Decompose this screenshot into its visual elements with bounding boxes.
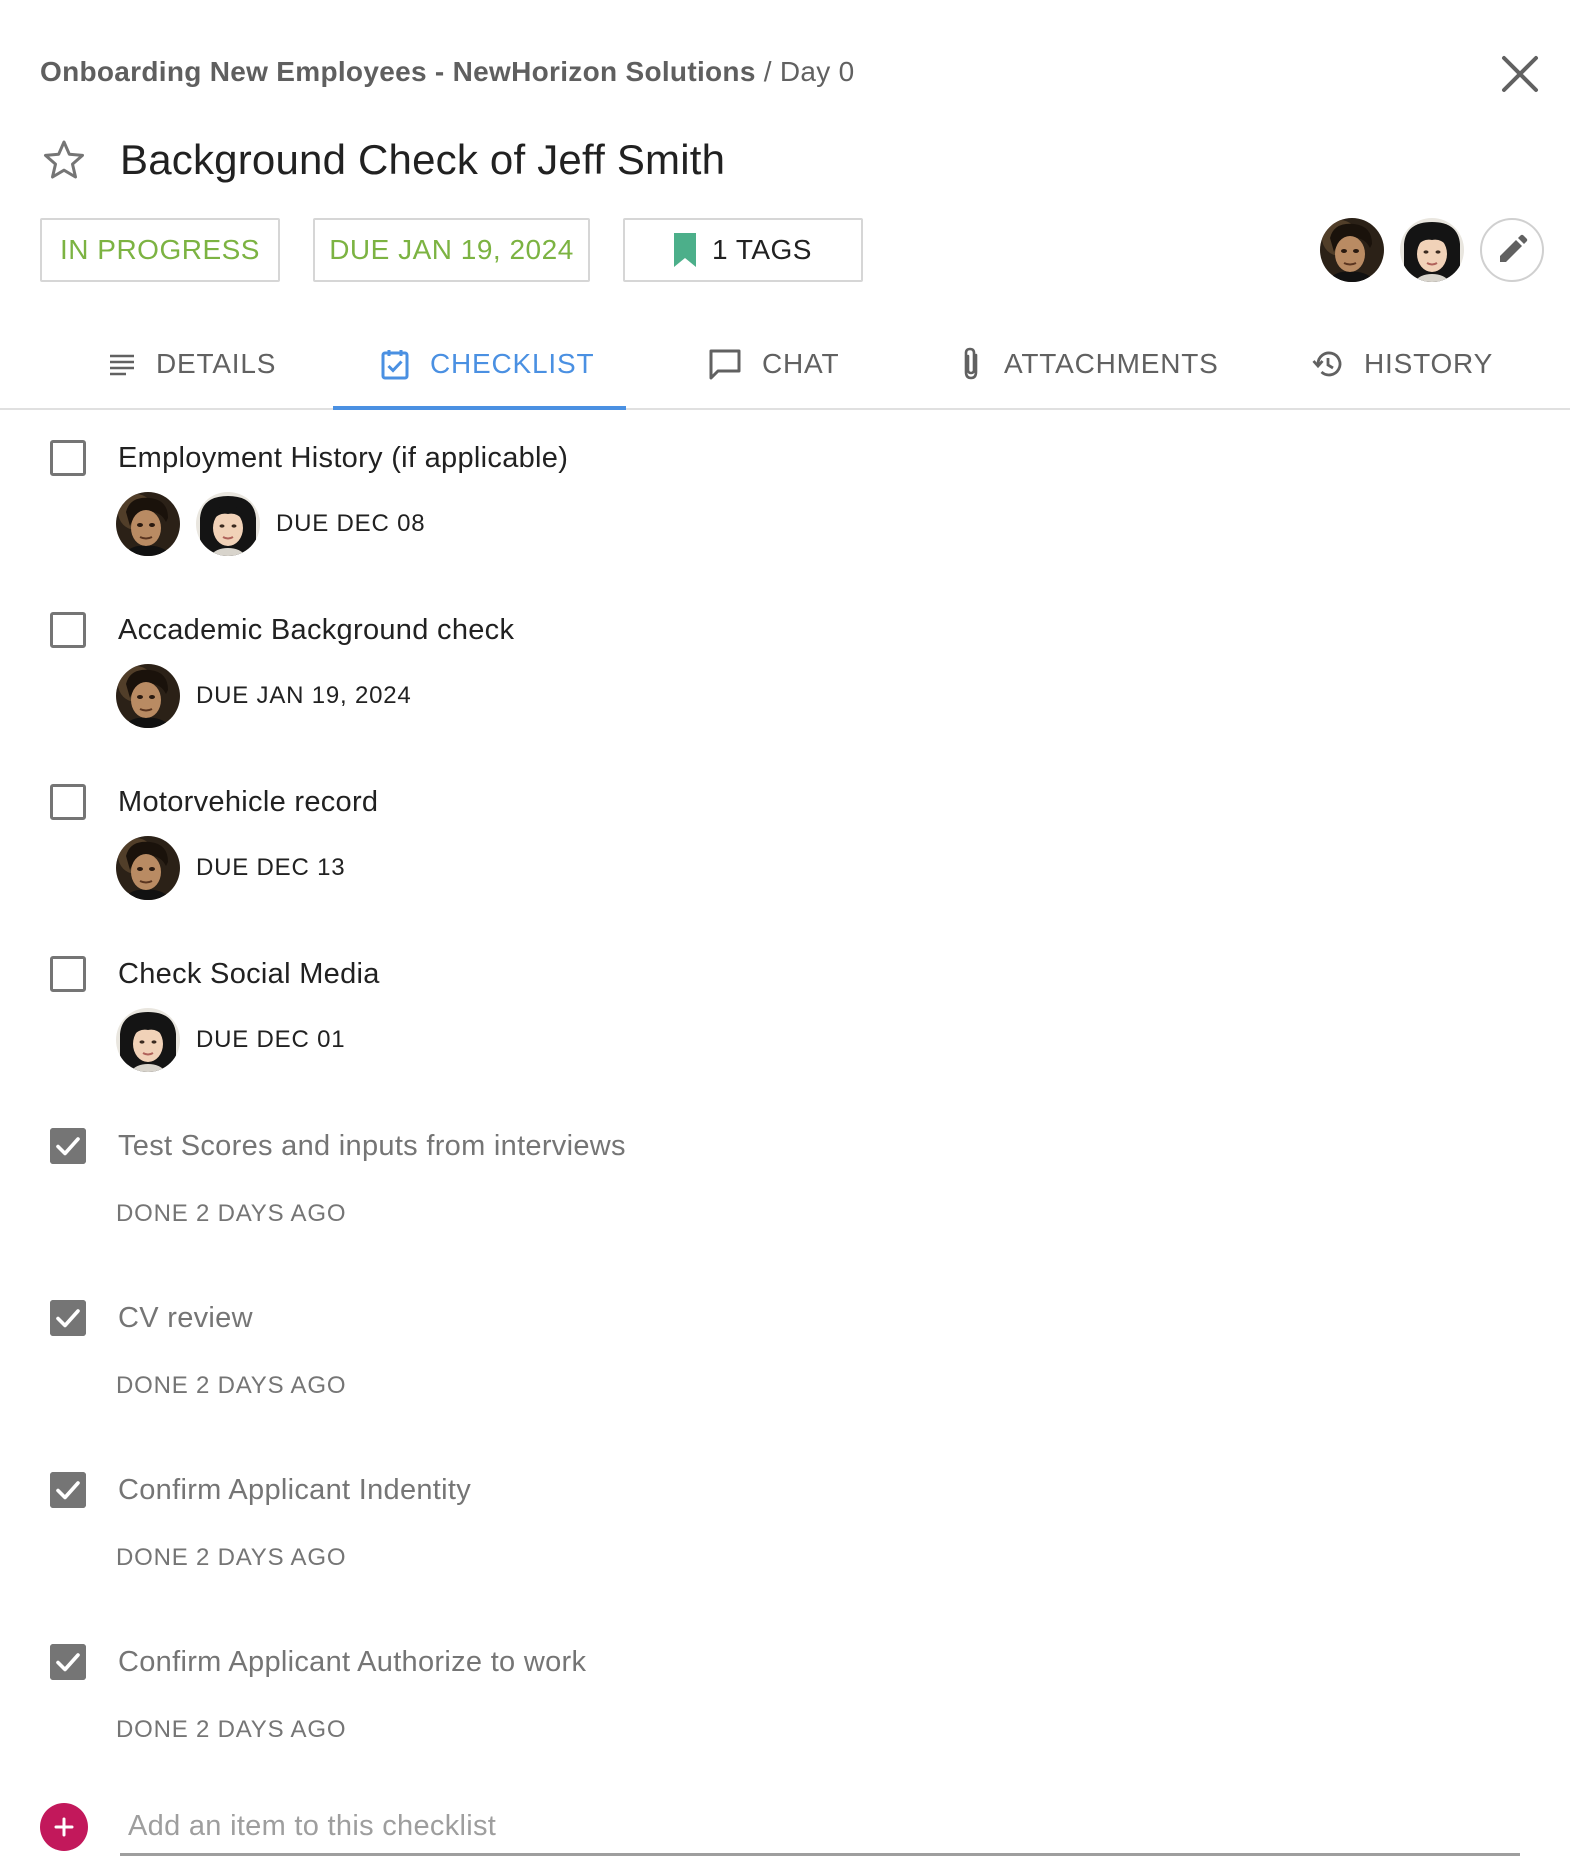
assignee-avatar-man[interactable] bbox=[116, 836, 180, 900]
tab-chat[interactable]: CHAT bbox=[708, 318, 839, 410]
checklist-item-due[interactable]: DUE DEC 08 bbox=[276, 510, 425, 538]
due-date-chip[interactable]: DUE JAN 19, 2024 bbox=[313, 218, 590, 282]
tags-chip-label: 1 TAGS bbox=[711, 234, 812, 265]
tab-history-label: HISTORY bbox=[1364, 348, 1494, 379]
history-icon bbox=[1312, 351, 1342, 377]
checklist-item-label[interactable]: Test Scores and inputs from interviews bbox=[118, 1130, 626, 1163]
checklist-item-label[interactable]: Employment History (if applicable) bbox=[118, 442, 568, 475]
tab-bar: DETAILS CHECKLIST CHAT ATTACHMENTS HISTO… bbox=[0, 318, 1570, 410]
breadcrumb: Onboarding New Employees - NewHorizon So… bbox=[40, 56, 854, 88]
checklist-item-label[interactable]: CV review bbox=[118, 1302, 253, 1335]
tab-checklist-label: CHECKLIST bbox=[430, 348, 595, 379]
checklist-checkbox-checked[interactable] bbox=[50, 1644, 86, 1680]
tab-checklist[interactable]: CHECKLIST bbox=[380, 318, 594, 410]
pencil-icon bbox=[1500, 234, 1528, 262]
breadcrumb-stage[interactable]: Day 0 bbox=[780, 56, 855, 87]
checklist-item-meta: DUE DEC 01 bbox=[116, 1008, 345, 1072]
add-checklist-item-row bbox=[0, 1800, 1570, 1862]
checklist-item-label[interactable]: Accademic Background check bbox=[118, 614, 514, 647]
checklist-item-label[interactable]: Check Social Media bbox=[118, 958, 380, 991]
star-outline-icon[interactable] bbox=[40, 136, 88, 184]
checklist-item-meta: DUE JAN 19, 2024 bbox=[116, 664, 412, 728]
checklist-checkbox-checked[interactable] bbox=[50, 1472, 86, 1508]
checklist-checkbox[interactable] bbox=[50, 612, 86, 648]
checklist-item-due[interactable]: DUE DEC 01 bbox=[196, 1026, 345, 1054]
checklist-item-done-status: DONE 2 DAYS AGO bbox=[116, 1716, 347, 1743]
page-title: Background Check of Jeff Smith bbox=[120, 136, 726, 183]
checklist-item-meta: DONE 2 DAYS AGO bbox=[116, 1544, 346, 1572]
checklist-item-done-status: DONE 2 DAYS AGO bbox=[116, 1200, 347, 1227]
checklist-item-meta: DONE 2 DAYS AGO bbox=[116, 1716, 346, 1744]
add-item-button[interactable] bbox=[40, 1803, 88, 1851]
checklist-item-meta: DONE 2 DAYS AGO bbox=[116, 1200, 346, 1228]
checklist-icon bbox=[381, 350, 409, 380]
task-detail-dialog: Onboarding New Employees - NewHorizon So… bbox=[0, 0, 1570, 1862]
add-checklist-item-input[interactable] bbox=[120, 1800, 1520, 1856]
tab-history[interactable]: HISTORY bbox=[1312, 318, 1493, 410]
notes-icon bbox=[110, 354, 134, 376]
checklist-checkbox[interactable] bbox=[50, 784, 86, 820]
checklist-item-label[interactable]: Confirm Applicant Authorize to work bbox=[118, 1646, 586, 1679]
assignee-avatar-man[interactable] bbox=[116, 664, 180, 728]
title-row: Background Check of Jeff Smith bbox=[40, 136, 725, 184]
breadcrumb-project[interactable]: Onboarding New Employees - NewHorizon So… bbox=[40, 56, 756, 87]
plus-icon bbox=[54, 1817, 74, 1837]
tab-chat-label: CHAT bbox=[762, 348, 840, 379]
checklist-checkbox-checked[interactable] bbox=[50, 1300, 86, 1336]
chat-icon bbox=[709, 349, 741, 380]
status-chip[interactable]: IN PROGRESS bbox=[40, 218, 280, 282]
tab-details-label: DETAILS bbox=[156, 348, 277, 379]
edit-assignees-button[interactable] bbox=[1480, 218, 1544, 282]
checklist-item-label[interactable]: Motorvehicle record bbox=[118, 786, 378, 819]
checklist-item-meta: DUE DEC 08 bbox=[116, 492, 425, 556]
tags-chip[interactable]: 1 TAGS bbox=[623, 218, 863, 282]
assignee-avatar-woman[interactable] bbox=[1400, 218, 1464, 282]
breadcrumb-separator: / bbox=[763, 56, 772, 87]
paperclip-icon bbox=[964, 347, 978, 380]
checklist-item-meta: DUE DEC 13 bbox=[116, 836, 345, 900]
close-icon bbox=[1502, 56, 1538, 92]
tab-attachments-label: ATTACHMENTS bbox=[1004, 348, 1219, 379]
checklist-checkbox[interactable] bbox=[50, 956, 86, 992]
tab-details[interactable]: DETAILS bbox=[108, 318, 276, 410]
assignee-avatar-man[interactable] bbox=[116, 492, 180, 556]
close-button[interactable] bbox=[1498, 52, 1542, 96]
active-tab-indicator bbox=[333, 406, 626, 410]
checklist-item-due[interactable]: DUE JAN 19, 2024 bbox=[196, 682, 412, 710]
checklist-item-label[interactable]: Confirm Applicant Indentity bbox=[118, 1474, 471, 1507]
tab-attachments[interactable]: ATTACHMENTS bbox=[960, 318, 1219, 410]
checklist-item-done-status: DONE 2 DAYS AGO bbox=[116, 1544, 347, 1571]
checklist-item-done-status: DONE 2 DAYS AGO bbox=[116, 1372, 347, 1399]
checklist-checkbox-checked[interactable] bbox=[50, 1128, 86, 1164]
assignee-avatar-man[interactable] bbox=[1320, 218, 1384, 282]
bookmark-icon bbox=[673, 233, 696, 267]
checklist-checkbox[interactable] bbox=[50, 440, 86, 476]
assignee-avatar-woman[interactable] bbox=[196, 492, 260, 556]
checklist-item-meta: DONE 2 DAYS AGO bbox=[116, 1372, 346, 1400]
checklist-item-due[interactable]: DUE DEC 13 bbox=[196, 854, 345, 882]
assignee-avatar-woman[interactable] bbox=[116, 1008, 180, 1072]
